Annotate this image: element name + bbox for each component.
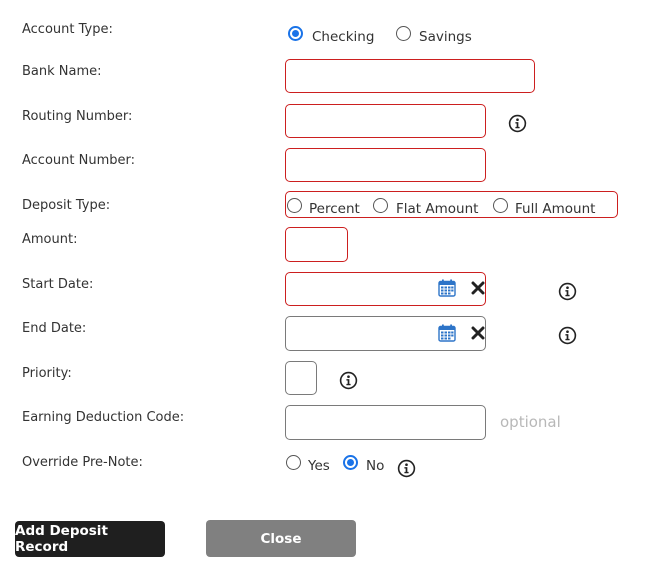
savings-radio-label[interactable]: Savings xyxy=(419,29,472,45)
checking-radio[interactable] xyxy=(288,26,303,41)
full-amount-radio-label[interactable]: Full Amount xyxy=(515,201,595,217)
calendar-icon[interactable] xyxy=(438,279,456,297)
routing-number-input[interactable] xyxy=(285,104,486,138)
start-date-label: Start Date: xyxy=(22,277,94,292)
priority-label: Priority: xyxy=(22,366,72,381)
info-icon[interactable] xyxy=(397,459,416,478)
flat-amount-radio-label[interactable]: Flat Amount xyxy=(396,201,478,217)
routing-number-label: Routing Number: xyxy=(22,109,133,124)
priority-input[interactable] xyxy=(285,361,317,395)
account-number-input[interactable] xyxy=(285,148,486,182)
info-icon[interactable] xyxy=(558,326,577,345)
calendar-icon[interactable] xyxy=(438,324,456,342)
percent-radio[interactable] xyxy=(287,198,302,213)
yes-radio[interactable] xyxy=(286,455,301,470)
clear-icon[interactable] xyxy=(471,326,485,340)
no-radio[interactable] xyxy=(343,455,358,470)
info-icon[interactable] xyxy=(508,114,527,133)
account-number-label: Account Number: xyxy=(22,153,135,168)
close-button[interactable]: Close xyxy=(206,520,356,557)
deposit-type-label: Deposit Type: xyxy=(22,198,111,213)
override-pre-note-label: Override Pre-Note: xyxy=(22,455,143,470)
flat-amount-radio[interactable] xyxy=(373,198,388,213)
account-type-label: Account Type: xyxy=(22,22,113,37)
full-amount-radio[interactable] xyxy=(493,198,508,213)
amount-label: Amount: xyxy=(22,232,78,247)
percent-radio-label[interactable]: Percent xyxy=(309,201,360,217)
checking-radio-label[interactable]: Checking xyxy=(312,29,374,45)
optional-hint: optional xyxy=(500,413,561,431)
earning-deduction-code-input[interactable] xyxy=(285,405,486,440)
info-icon[interactable] xyxy=(339,371,358,390)
no-radio-label[interactable]: No xyxy=(366,458,384,474)
savings-radio[interactable] xyxy=(396,26,411,41)
bank-name-input[interactable] xyxy=(285,59,535,93)
yes-radio-label[interactable]: Yes xyxy=(308,458,330,474)
clear-icon[interactable] xyxy=(471,281,485,295)
bank-name-label: Bank Name: xyxy=(22,64,102,79)
earning-deduction-code-label: Earning Deduction Code: xyxy=(22,410,185,425)
info-icon[interactable] xyxy=(558,282,577,301)
add-deposit-record-button[interactable]: Add Deposit Record xyxy=(15,521,165,557)
amount-input[interactable] xyxy=(285,227,348,262)
end-date-label: End Date: xyxy=(22,321,87,336)
